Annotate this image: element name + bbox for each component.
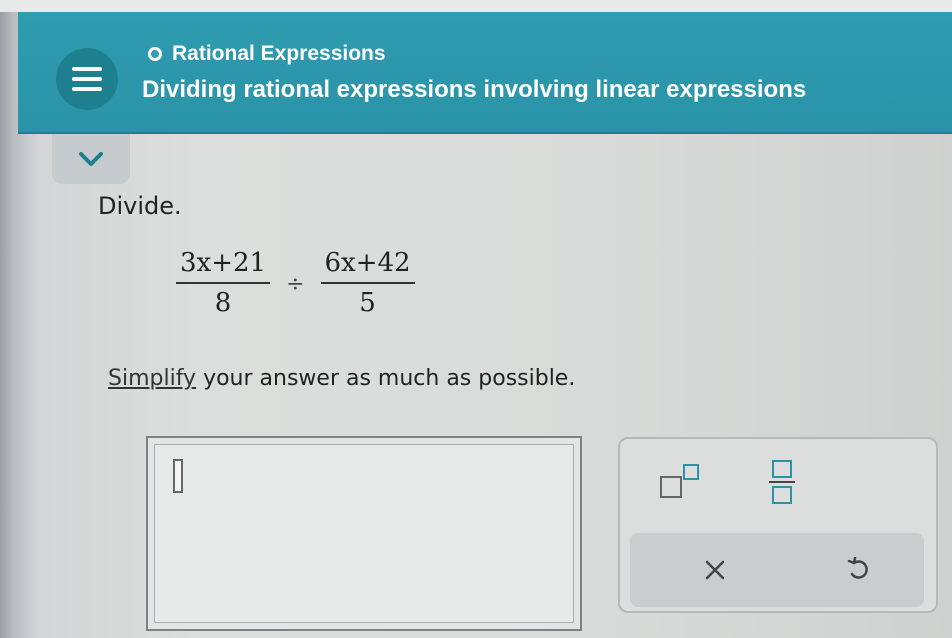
- simplify-link[interactable]: Simplify: [108, 366, 196, 391]
- topic-status-icon: [148, 47, 162, 61]
- right-fraction: 6x+42 5: [320, 248, 415, 318]
- right-numerator: 6x+42: [320, 248, 415, 284]
- collapse-toggle-button[interactable]: [52, 134, 130, 184]
- undo-icon: [847, 557, 868, 579]
- answer-prompt-text: your answer as much as possible.: [196, 366, 576, 391]
- superscript-template-icon: [660, 464, 699, 498]
- division-operator: ÷: [286, 271, 305, 297]
- toolbox-action-bar: [630, 533, 924, 607]
- menu-icon-bar-3: [72, 87, 102, 91]
- topic-name: Rational Expressions: [172, 42, 386, 65]
- clear-button[interactable]: [680, 543, 750, 597]
- left-denominator: 8: [214, 288, 232, 318]
- topic-row: Rational Expressions: [148, 42, 386, 66]
- superscript-button[interactable]: [654, 459, 706, 503]
- fraction-template-icon: [769, 460, 795, 504]
- menu-icon-bar-1: [72, 67, 102, 71]
- math-toolbox: [618, 437, 938, 613]
- answer-input-area[interactable]: [154, 444, 574, 623]
- text-cursor-icon: [173, 459, 183, 493]
- problem-expression: 3x+21 8 ÷ 6x+42 5: [176, 248, 415, 318]
- problem-instruction: Divide.: [98, 192, 182, 220]
- menu-icon-bar-2: [72, 77, 102, 81]
- topic-header: Rational Expressions Dividing rational e…: [18, 12, 952, 134]
- undo-button[interactable]: [824, 543, 894, 597]
- right-denominator: 5: [359, 288, 376, 318]
- menu-button[interactable]: [56, 48, 118, 110]
- left-numerator: 3x+21: [176, 248, 271, 284]
- answer-prompt: Simplify your answer as much as possible…: [108, 366, 575, 391]
- left-fraction: 3x+21 8: [176, 248, 271, 318]
- fraction-button[interactable]: [764, 455, 800, 507]
- clear-x-icon: [705, 560, 725, 580]
- answer-input[interactable]: [146, 436, 582, 631]
- top-strip: [0, 0, 952, 12]
- page-title: Dividing rational expressions involving …: [142, 76, 807, 103]
- chevron-down-icon: [79, 152, 103, 166]
